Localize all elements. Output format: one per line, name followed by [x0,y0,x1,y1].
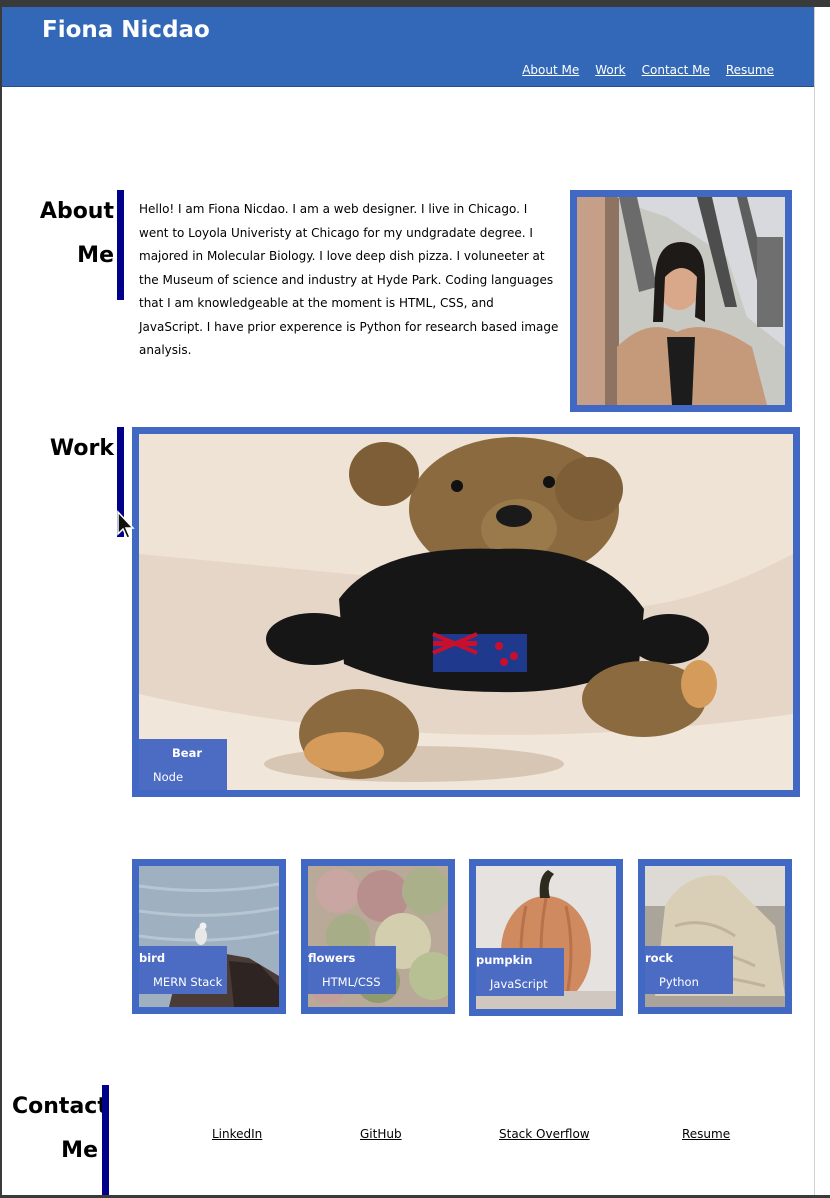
window-top-edge [0,0,830,7]
main-nav: About Me Work Contact Me Resume [522,63,774,77]
project-tech-pumpkin: JavaScript [490,977,548,991]
featured-project-name: Bear [172,746,202,760]
project-name-flowers: flowers [308,951,356,965]
nav-contact-me[interactable]: Contact Me [642,63,710,77]
contact-link-github[interactable]: GitHub [360,1127,402,1141]
contact-heading-line1: Contact [12,1094,108,1119]
project-caption-rock: rock Python [645,946,733,994]
about-heading: About Me [30,190,114,278]
project-name-rock: rock [645,951,674,965]
project-tech-flowers: HTML/CSS [322,975,381,989]
contact-heading: Contact Me [12,1085,108,1173]
site-title: Fiona Nicdao [42,17,210,43]
project-card-flowers[interactable]: flowers HTML/CSS [301,859,455,1014]
project-caption-flowers: flowers HTML/CSS [308,946,396,994]
profile-photo [570,190,792,412]
featured-project-tech: Node [153,770,184,784]
nav-about-me[interactable]: About Me [522,63,579,77]
project-tech-rock: Python [659,975,699,989]
nav-resume[interactable]: Resume [726,63,774,77]
contact-heading-line2: Me [61,1138,98,1163]
project-tech-bird: MERN Stack [153,975,223,989]
project-caption-pumpkin: pumpkin JavaScript [476,948,564,996]
contact-accent-bar [102,1085,109,1195]
nav-work[interactable]: Work [595,63,625,77]
window-left-edge [0,0,2,1198]
about-heading-line2: Me [77,243,114,268]
page-right-gutter [814,7,830,1198]
featured-project-caption: Bear Node [139,739,227,790]
project-name-bird: bird [139,951,166,965]
project-card-bird[interactable]: bird MERN Stack [132,859,286,1014]
site-header: Fiona Nicdao About Me Work Contact Me Re… [2,7,814,87]
project-card-rock[interactable]: rock Python [638,859,792,1014]
project-caption-bird: bird MERN Stack [139,946,227,994]
about-text: Hello! I am Fiona Nicdao. I am a web des… [139,202,559,357]
contact-link-linkedin[interactable]: LinkedIn [212,1127,262,1141]
bear-image [139,434,793,790]
featured-project-card[interactable]: Bear Node [132,427,800,797]
about-heading-line1: About [39,199,114,224]
contact-link-stack-overflow[interactable]: Stack Overflow [499,1127,590,1141]
about-accent-bar [117,190,124,300]
mouse-pointer-icon [116,510,136,544]
work-heading: Work [49,436,114,461]
contact-link-resume[interactable]: Resume [682,1127,730,1141]
project-card-pumpkin[interactable]: pumpkin JavaScript [469,859,623,1016]
project-name-pumpkin: pumpkin [476,953,533,967]
